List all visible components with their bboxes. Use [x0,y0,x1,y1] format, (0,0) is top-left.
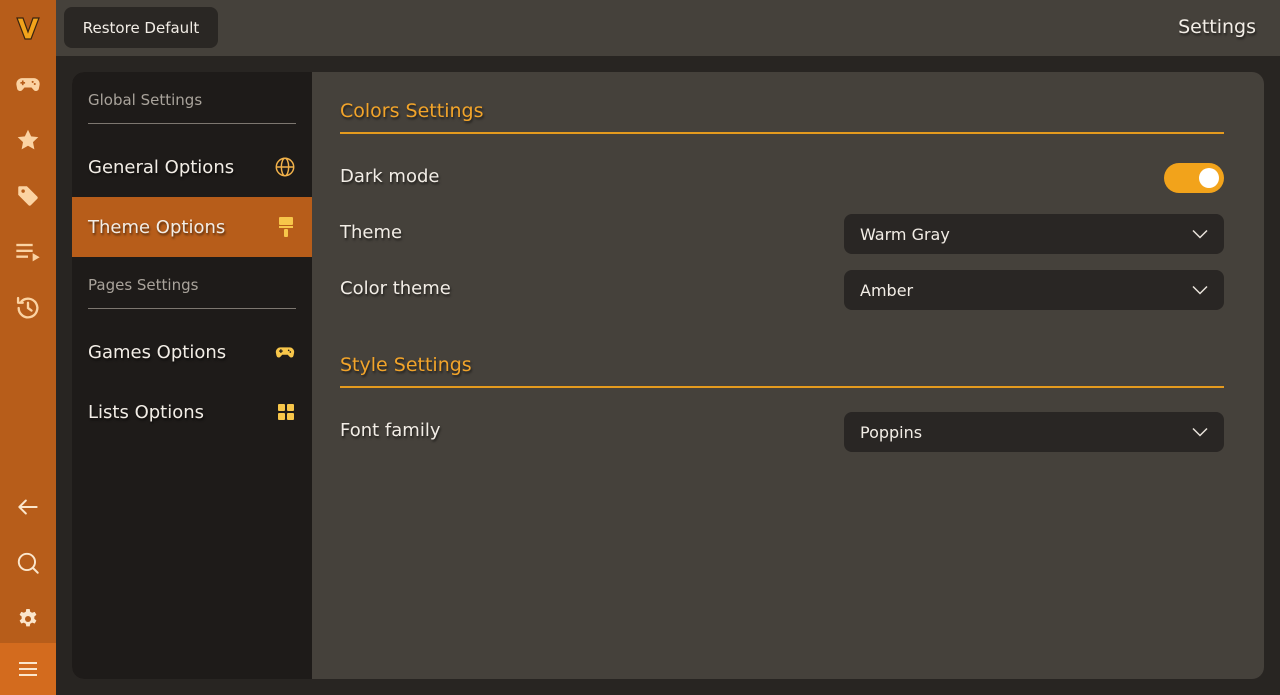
rail-tags-button[interactable] [0,168,56,224]
pages-settings-header: Pages Settings [88,261,296,309]
gamepad-icon [275,347,295,358]
chevron-down-icon [1192,427,1208,437]
sidebar-item-label: General Options [88,156,235,178]
arrow-left-icon [18,499,38,515]
history-icon [16,296,39,319]
theme-label: Theme [340,222,403,243]
chevron-down-icon [1192,229,1208,239]
rail-settings-button[interactable] [0,591,56,647]
tag-icon [18,186,38,206]
v-logo-icon [16,17,40,40]
menu-icon [19,662,37,676]
app-logo[interactable] [0,0,56,56]
gamepad-icon [16,78,40,92]
page-title: Settings [1178,16,1256,38]
rail-back-button[interactable] [0,479,56,535]
rail-games-button[interactable] [0,56,56,112]
rail-favorites-button[interactable] [0,112,56,168]
style-settings-title: Style Settings [340,326,1224,388]
font-family-select-value: Poppins [860,422,923,442]
sidebar-item-games-options[interactable]: Games Options [72,322,312,382]
globe-icon [275,157,295,177]
color-theme-label: Color theme [340,278,451,299]
color-theme-select[interactable]: Amber [844,270,1224,310]
rail-history-button[interactable] [0,280,56,336]
theme-select-value: Warm Gray [860,224,950,244]
sidebar-item-label: Theme Options [88,216,226,238]
theme-select[interactable]: Warm Gray [844,214,1224,254]
nav-rail [0,0,56,695]
settings-sidebar: Global Settings General Options Theme Op… [72,72,312,679]
sidebar-item-general-options[interactable]: General Options [72,137,312,197]
grid-icon [278,404,294,420]
rail-menu-button[interactable] [0,643,56,695]
sidebar-item-label: Lists Options [88,401,205,423]
font-family-select[interactable]: Poppins [844,412,1224,452]
top-bar: Restore Default Settings [56,0,1280,56]
dark-mode-label: Dark mode [340,166,440,187]
color-theme-select-value: Amber [860,280,914,300]
rail-playlists-button[interactable] [0,224,56,280]
dark-mode-toggle[interactable] [1164,163,1224,193]
search-icon [17,552,39,574]
chevron-down-icon [1192,285,1208,295]
paint-brush-icon [279,217,293,237]
font-family-label: Font family [340,420,441,441]
global-settings-header: Global Settings [88,76,296,124]
restore-default-button[interactable]: Restore Default [64,7,218,48]
playlist-icon [16,243,40,262]
sidebar-item-theme-options[interactable]: Theme Options [72,197,312,257]
sidebar-item-lists-options[interactable]: Lists Options [72,382,312,442]
star-icon [17,129,39,150]
toggle-knob [1199,168,1219,188]
sidebar-item-label: Games Options [88,341,227,363]
settings-panel: Global Settings General Options Theme Op… [72,72,1264,679]
colors-settings-title: Colors Settings [340,72,1224,134]
rail-search-button[interactable] [0,535,56,591]
gear-icon [19,609,37,627]
